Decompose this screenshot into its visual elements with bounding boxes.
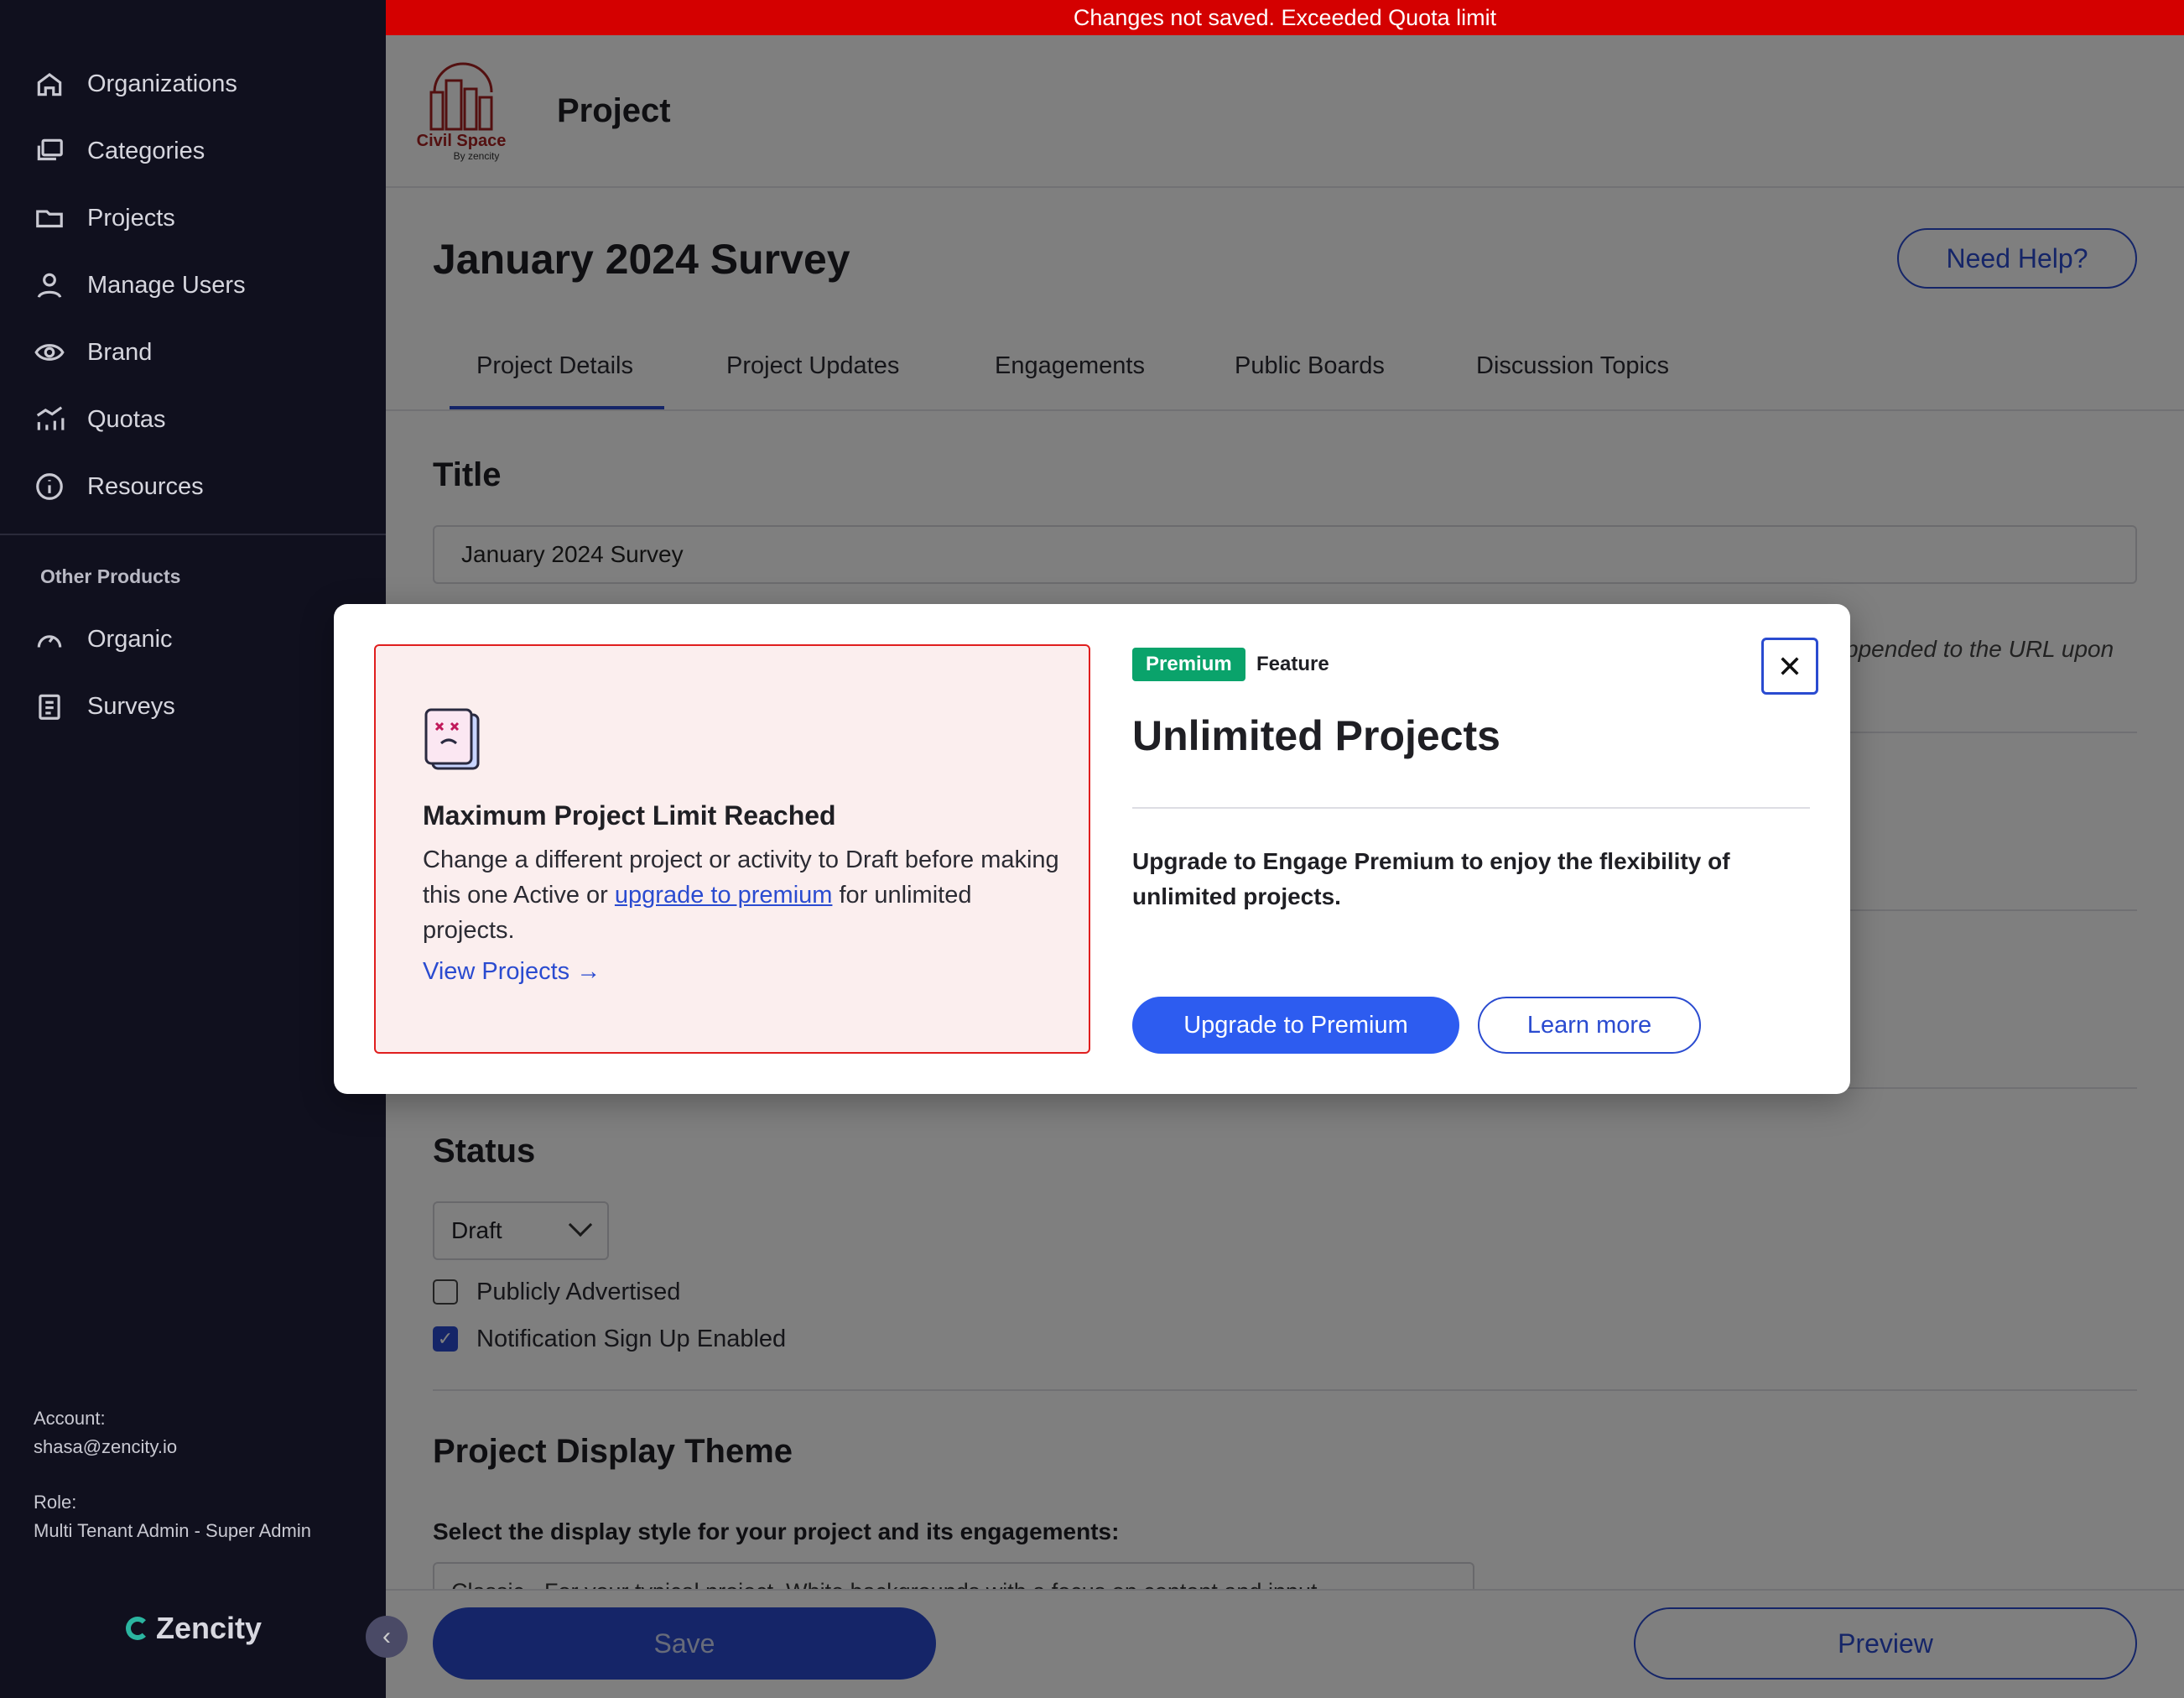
chart-icon	[36, 406, 65, 430]
upgrade-to-premium-link[interactable]: upgrade to premium	[615, 882, 833, 909]
role-label: Role:	[34, 1492, 77, 1513]
stack-icon	[37, 138, 63, 161]
sidebar-item-label: Resources	[87, 472, 204, 500]
gauge-icon	[37, 635, 62, 648]
sidebar-item-label: Organizations	[87, 70, 237, 97]
zencity-logo-text: Zencity	[156, 1611, 263, 1645]
premium-badge: Premium	[1132, 648, 1245, 681]
error-document-icon	[424, 708, 480, 770]
close-modal-button[interactable]	[1761, 638, 1818, 695]
modal-divider	[1132, 807, 1810, 809]
sidebar-divider	[0, 534, 386, 535]
error-banner: Changes not saved. Exceeded Quota limit	[386, 0, 2184, 35]
clipboard-icon	[39, 694, 60, 720]
sidebar-item-organizations[interactable]: Organizations	[34, 59, 237, 109]
sidebar-item-manage-users[interactable]: Manage Users	[34, 260, 246, 310]
sidebar-item-label: Quotas	[87, 405, 166, 433]
role-value: Multi Tenant Admin - Super Admin	[34, 1520, 311, 1541]
zencity-logo: Zencity	[126, 1611, 262, 1646]
sidebar-item-label: Surveys	[87, 692, 175, 720]
modal-heading: Unlimited Projects	[1132, 712, 1500, 759]
sidebar-item-label: Brand	[87, 338, 153, 366]
account-info: Account: shasa@zencity.io	[34, 1404, 177, 1461]
zencity-mark-icon	[126, 1617, 149, 1640]
chevron-left-icon: ‹	[382, 1622, 391, 1650]
sidebar-item-organic[interactable]: Organic	[34, 614, 173, 664]
account-value: shasa@zencity.io	[34, 1436, 178, 1457]
info-icon	[36, 473, 63, 500]
home-icon	[37, 72, 62, 96]
upgrade-to-premium-button[interactable]: Upgrade to Premium	[1132, 997, 1459, 1054]
sidebar-item-surveys[interactable]: Surveys	[34, 681, 175, 732]
modal-description: Upgrade to Engage Premium to enjoy the f…	[1132, 848, 1730, 909]
collapse-sidebar-button[interactable]: ‹	[366, 1616, 408, 1658]
user-icon	[37, 273, 62, 299]
close-icon	[1781, 657, 1799, 675]
account-label: Account:	[34, 1408, 106, 1429]
error-title: Maximum Project Limit Reached	[423, 800, 836, 831]
limit-error-card: Maximum Project Limit Reached Change a d…	[374, 644, 1090, 1054]
sidebar: Organizations Categories Projects Manage…	[0, 0, 386, 1698]
section-label-other-products: Other Products	[40, 565, 181, 587]
sidebar-item-label: Organic	[87, 625, 173, 653]
eye-icon	[34, 344, 65, 361]
learn-more-button[interactable]: Learn more	[1478, 997, 1701, 1054]
sidebar-item-label: Projects	[87, 204, 175, 232]
feature-label: Feature	[1256, 653, 1329, 675]
sidebar-item-categories[interactable]: Categories	[34, 126, 205, 176]
view-projects-link[interactable]: View Projects →	[423, 958, 601, 986]
error-body: Change a different project or activity t…	[423, 842, 1060, 948]
upgrade-modal: Maximum Project Limit Reached Change a d…	[334, 604, 1850, 1094]
folder-icon	[36, 210, 63, 228]
sidebar-item-brand[interactable]: Brand	[34, 327, 152, 378]
sidebar-item-label: Categories	[87, 137, 205, 164]
role-info: Role: Multi Tenant Admin - Super Admin	[34, 1488, 311, 1545]
sidebar-item-quotas[interactable]: Quotas	[34, 394, 166, 445]
sidebar-item-resources[interactable]: Resources	[34, 461, 204, 512]
sidebar-item-projects[interactable]: Projects	[34, 193, 175, 243]
sidebar-item-label: Manage Users	[87, 271, 246, 299]
